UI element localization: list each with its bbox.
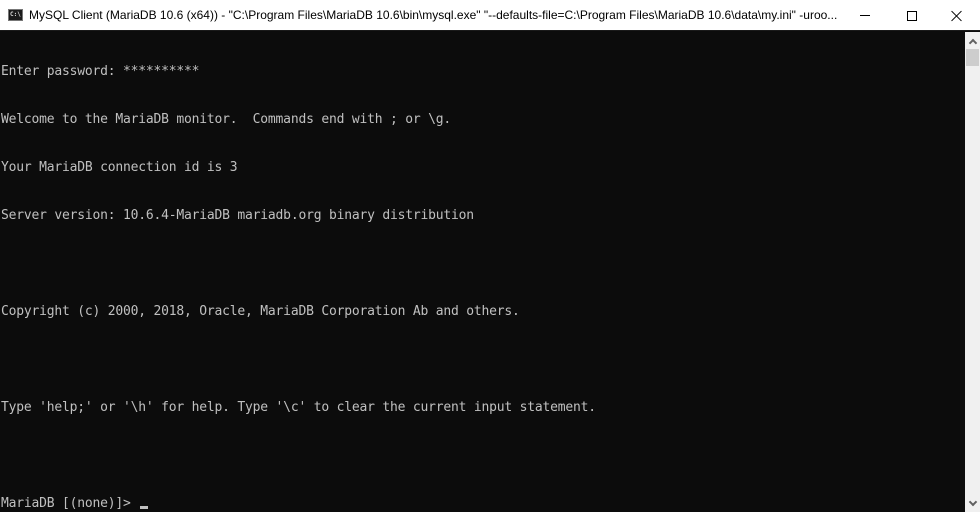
chevron-up-icon xyxy=(968,38,977,47)
console-line: Server version: 10.6.4-MariaDB mariadb.o… xyxy=(1,208,474,223)
close-icon xyxy=(951,10,963,22)
console-line: Type 'help;' or '\h' for help. Type '\c'… xyxy=(1,400,596,415)
close-button[interactable] xyxy=(934,0,980,31)
title-bar[interactable]: C:\ MySQL Client (MariaDB 10.6 (x64)) - … xyxy=(0,0,980,31)
console-line: Welcome to the MariaDB monitor. Commands… xyxy=(1,112,451,127)
scroll-down-button[interactable] xyxy=(965,495,980,512)
text-cursor xyxy=(140,506,149,509)
minimize-button[interactable] xyxy=(842,0,888,31)
console-line: Copyright (c) 2000, 2018, Oracle, MariaD… xyxy=(1,304,520,319)
scrollbar-thumb[interactable] xyxy=(966,49,979,66)
window-title: MySQL Client (MariaDB 10.6 (x64)) - "C:\… xyxy=(29,8,838,22)
chevron-down-icon xyxy=(968,497,977,506)
prompt: MariaDB [(none)]> xyxy=(1,496,139,511)
scroll-up-button[interactable] xyxy=(965,32,980,49)
console-window: C:\ MySQL Client (MariaDB 10.6 (x64)) - … xyxy=(0,0,980,512)
maximize-button[interactable] xyxy=(889,0,935,31)
console-line: Enter password: ********** xyxy=(1,64,200,79)
console-line: Your MariaDB connection id is 3 xyxy=(1,160,238,175)
vertical-scrollbar[interactable] xyxy=(965,32,980,512)
console-app-icon[interactable]: C:\ xyxy=(8,9,23,21)
prompt-line[interactable]: MariaDB [(none)]> xyxy=(1,496,965,512)
console-output[interactable]: Enter password: ********** Welcome to th… xyxy=(0,32,965,512)
maximize-icon xyxy=(907,10,917,21)
minimize-icon xyxy=(860,15,870,16)
console-glyph: C:\ xyxy=(10,11,21,18)
